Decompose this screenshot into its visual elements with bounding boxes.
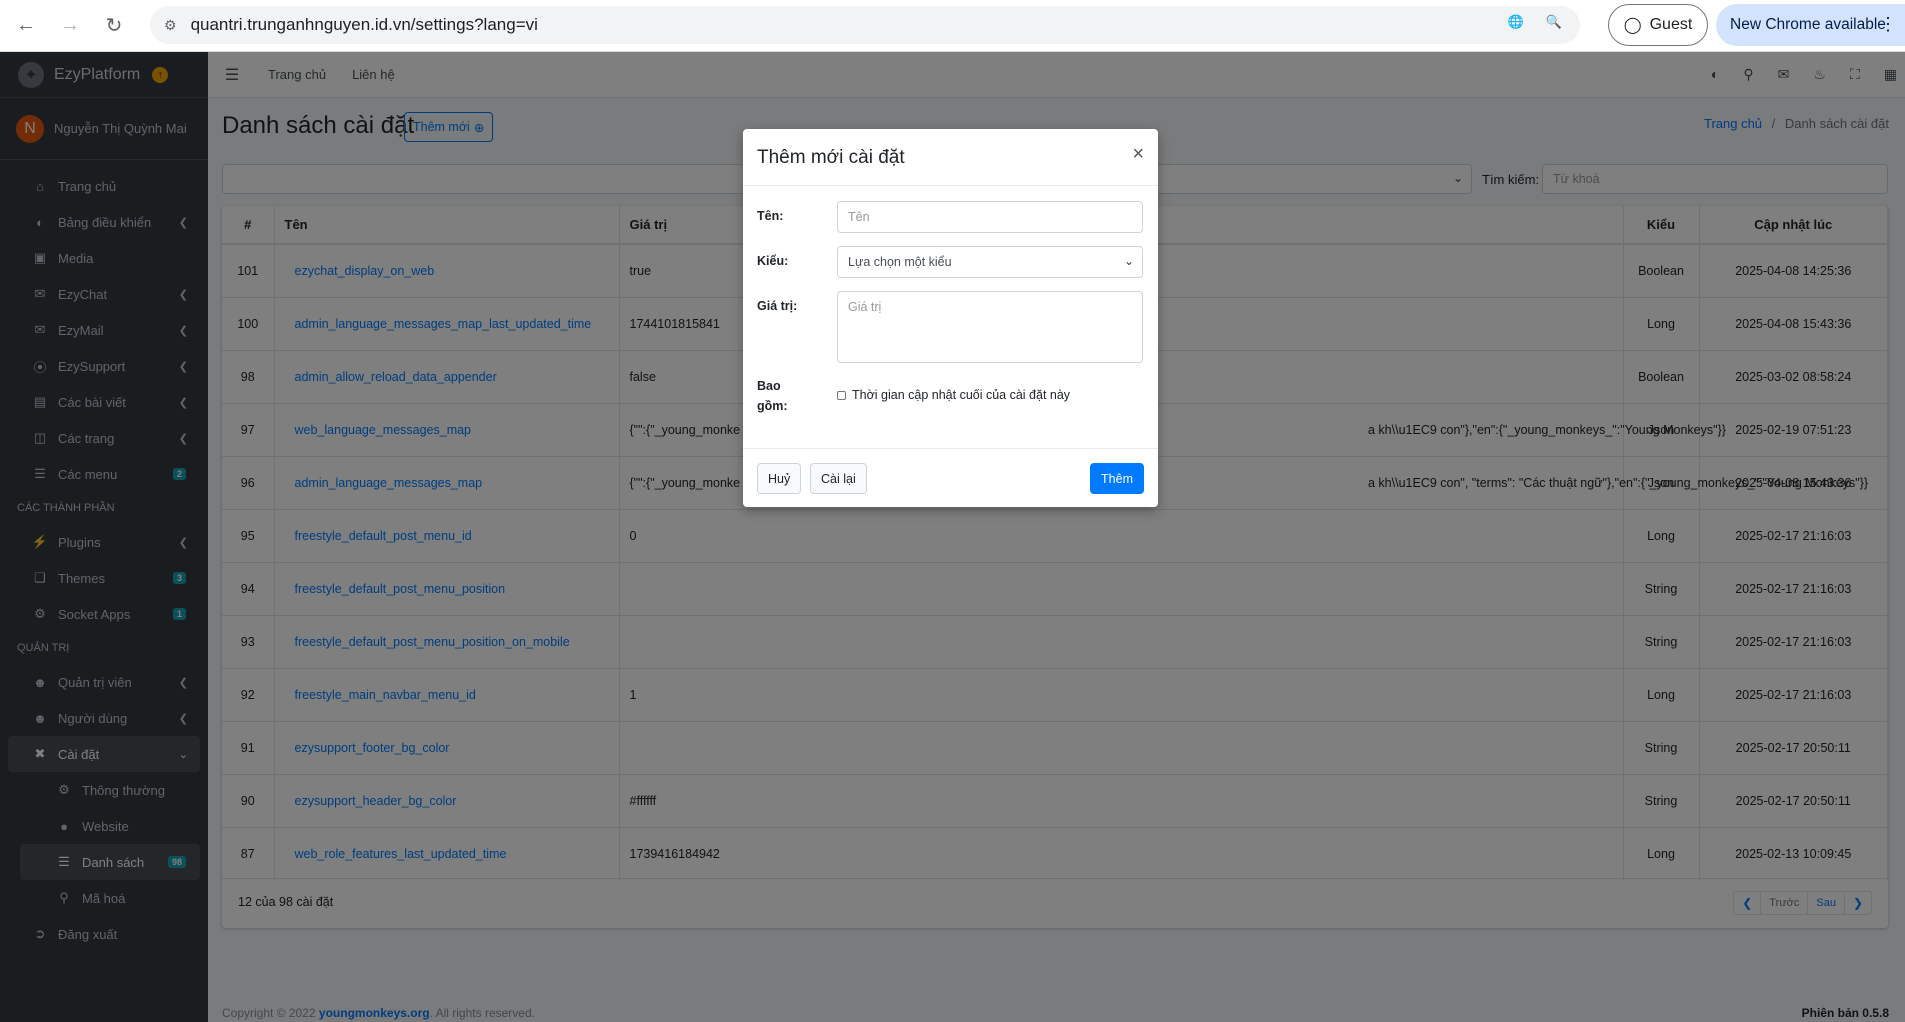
chrome-update-button[interactable]: New Chrome available ⋮ (1716, 4, 1905, 46)
translate-icon[interactable]: 🌐 (1508, 14, 1524, 30)
profile-label: Guest (1649, 16, 1693, 33)
submit-button[interactable]: Thêm (1090, 463, 1144, 494)
add-setting-modal: Thêm mới cài đặt × Tên: Tên Kiểu: Lựa ch… (743, 129, 1158, 507)
include-label-line2: gồm: (757, 399, 788, 413)
profile-button[interactable]: ◯ Guest (1608, 4, 1708, 46)
modal-header: Thêm mới cài đặt × (743, 129, 1158, 186)
type-select[interactable]: Lựa chọn một kiểu ⌄ (837, 246, 1143, 278)
zoom-icon[interactable]: 🔍 (1546, 14, 1562, 30)
cancel-button[interactable]: Huỷ (757, 463, 802, 494)
include-label: Bao gồm: (757, 376, 788, 416)
browser-toolbar: ← → ↻ ⚙ quantri.trunganhnguyen.id.vn/set… (0, 0, 1905, 52)
url-text[interactable]: quantri.trunganhnguyen.id.vn/settings?la… (191, 15, 538, 35)
include-updated-time-checkbox[interactable]: Thời gian cập nhật cuối của cài đặt này (837, 388, 1070, 402)
profile-icon: ◯ (1623, 17, 1642, 34)
site-info-icon[interactable]: ⚙ (164, 17, 177, 34)
back-icon[interactable]: ← (8, 8, 44, 44)
type-select-value: Lựa chọn một kiểu (848, 255, 952, 269)
name-label: Tên: (757, 209, 784, 223)
modal-title: Thêm mới cài đặt (757, 147, 905, 168)
menu-dots-icon[interactable]: ⋮ (1879, 14, 1897, 34)
modal-footer: Huỷ Cài lại Thêm (743, 448, 1158, 507)
address-bar[interactable]: ⚙ quantri.trunganhnguyen.id.vn/settings?… (150, 6, 1580, 44)
reset-button[interactable]: Cài lại (810, 463, 867, 494)
checkbox-box[interactable] (837, 390, 846, 400)
update-label: New Chrome available (1730, 16, 1886, 33)
value-textarea[interactable]: Giá trị (837, 291, 1143, 363)
chevron-down-icon: ⌄ (1123, 254, 1134, 268)
include-label-line1: Bao (757, 379, 781, 393)
close-icon[interactable]: × (1132, 143, 1144, 166)
type-label: Kiểu: (757, 254, 789, 268)
reload-icon[interactable]: ↻ (96, 8, 132, 44)
name-input[interactable]: Tên (837, 201, 1143, 233)
forward-icon[interactable]: → (52, 8, 88, 44)
checkbox-label: Thời gian cập nhật cuối của cài đặt này (852, 388, 1071, 402)
value-label: Giá trị: (757, 299, 798, 313)
